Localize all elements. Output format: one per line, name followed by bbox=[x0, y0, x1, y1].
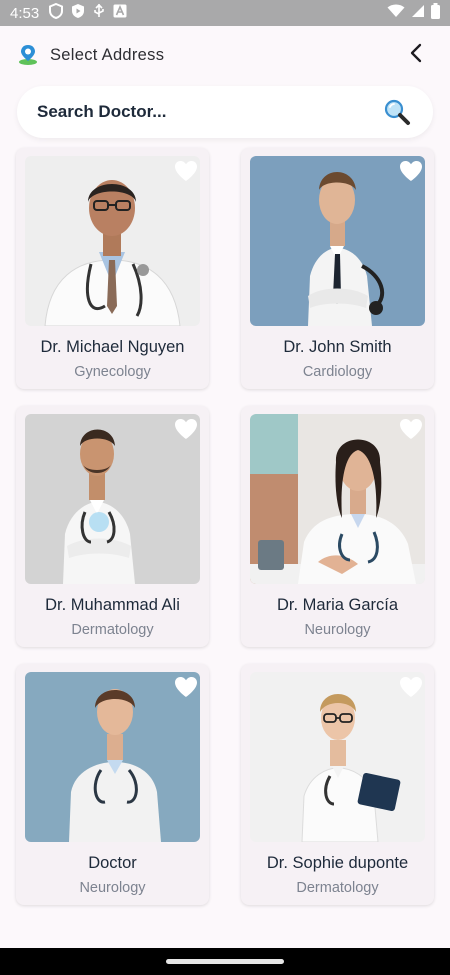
status-time: 4:53 bbox=[10, 4, 40, 22]
status-icons-left bbox=[49, 2, 127, 23]
doctor-specialty: Cardiology bbox=[302, 364, 373, 380]
magnifier-icon[interactable] bbox=[381, 96, 413, 128]
search-input[interactable] bbox=[37, 102, 381, 122]
doctor-card[interactable]: Dr. John Smith Cardiology bbox=[241, 148, 434, 389]
app-title[interactable]: Select Address bbox=[50, 46, 164, 65]
location-pin-icon[interactable] bbox=[16, 43, 40, 67]
doctor-card[interactable]: Dr. Maria García Neurology bbox=[241, 406, 434, 647]
doctor-name: Dr. Michael Nguyen bbox=[40, 338, 185, 356]
heart-icon[interactable] bbox=[171, 156, 201, 186]
wifi-icon bbox=[387, 4, 405, 22]
battery-icon bbox=[431, 3, 440, 23]
heart-icon[interactable] bbox=[396, 414, 426, 444]
doctor-specialty: Neurology bbox=[304, 622, 371, 638]
doctor-name: Dr. Maria García bbox=[276, 596, 399, 614]
font-a-icon bbox=[113, 4, 127, 22]
doctor-specialty: Gynecology bbox=[74, 364, 151, 380]
doctor-specialty: Dermatology bbox=[71, 622, 154, 638]
shield-icon bbox=[49, 2, 64, 23]
doctor-card[interactable]: Dr. Muhammad Ali Dermatology bbox=[16, 406, 209, 647]
doctor-card[interactable]: Dr. Michael Nguyen Gynecology bbox=[16, 148, 209, 389]
doctor-card[interactable]: Doctor Neurology bbox=[16, 664, 209, 905]
app-bar: Select Address bbox=[0, 26, 450, 84]
search-bar bbox=[17, 86, 433, 138]
doctor-name: Dr. Muhammad Ali bbox=[45, 596, 180, 614]
status-icons-right bbox=[387, 3, 440, 23]
doctor-grid: Dr. Michael Nguyen Gynecology Dr. John S… bbox=[16, 148, 434, 905]
chevron-left-icon bbox=[409, 43, 423, 68]
heart-icon[interactable] bbox=[171, 414, 201, 444]
status-bar: 4:53 bbox=[0, 0, 450, 26]
heart-icon[interactable] bbox=[171, 672, 201, 702]
system-nav-bar bbox=[0, 948, 450, 975]
usb-icon bbox=[93, 3, 105, 23]
doctor-name: Dr. Sophie duponte bbox=[266, 854, 409, 872]
shield-play-icon bbox=[71, 3, 85, 23]
doctor-specialty: Neurology bbox=[79, 880, 146, 896]
back-button[interactable] bbox=[398, 37, 434, 73]
heart-icon[interactable] bbox=[396, 156, 426, 186]
home-indicator[interactable] bbox=[166, 959, 284, 964]
signal-icon bbox=[411, 4, 425, 22]
heart-icon[interactable] bbox=[396, 672, 426, 702]
doctor-card[interactable]: Dr. Sophie duponte Dermatology bbox=[241, 664, 434, 905]
doctor-name: Dr. John Smith bbox=[283, 338, 392, 356]
doctor-name: Doctor bbox=[88, 854, 137, 872]
doctor-specialty: Dermatology bbox=[296, 880, 379, 896]
